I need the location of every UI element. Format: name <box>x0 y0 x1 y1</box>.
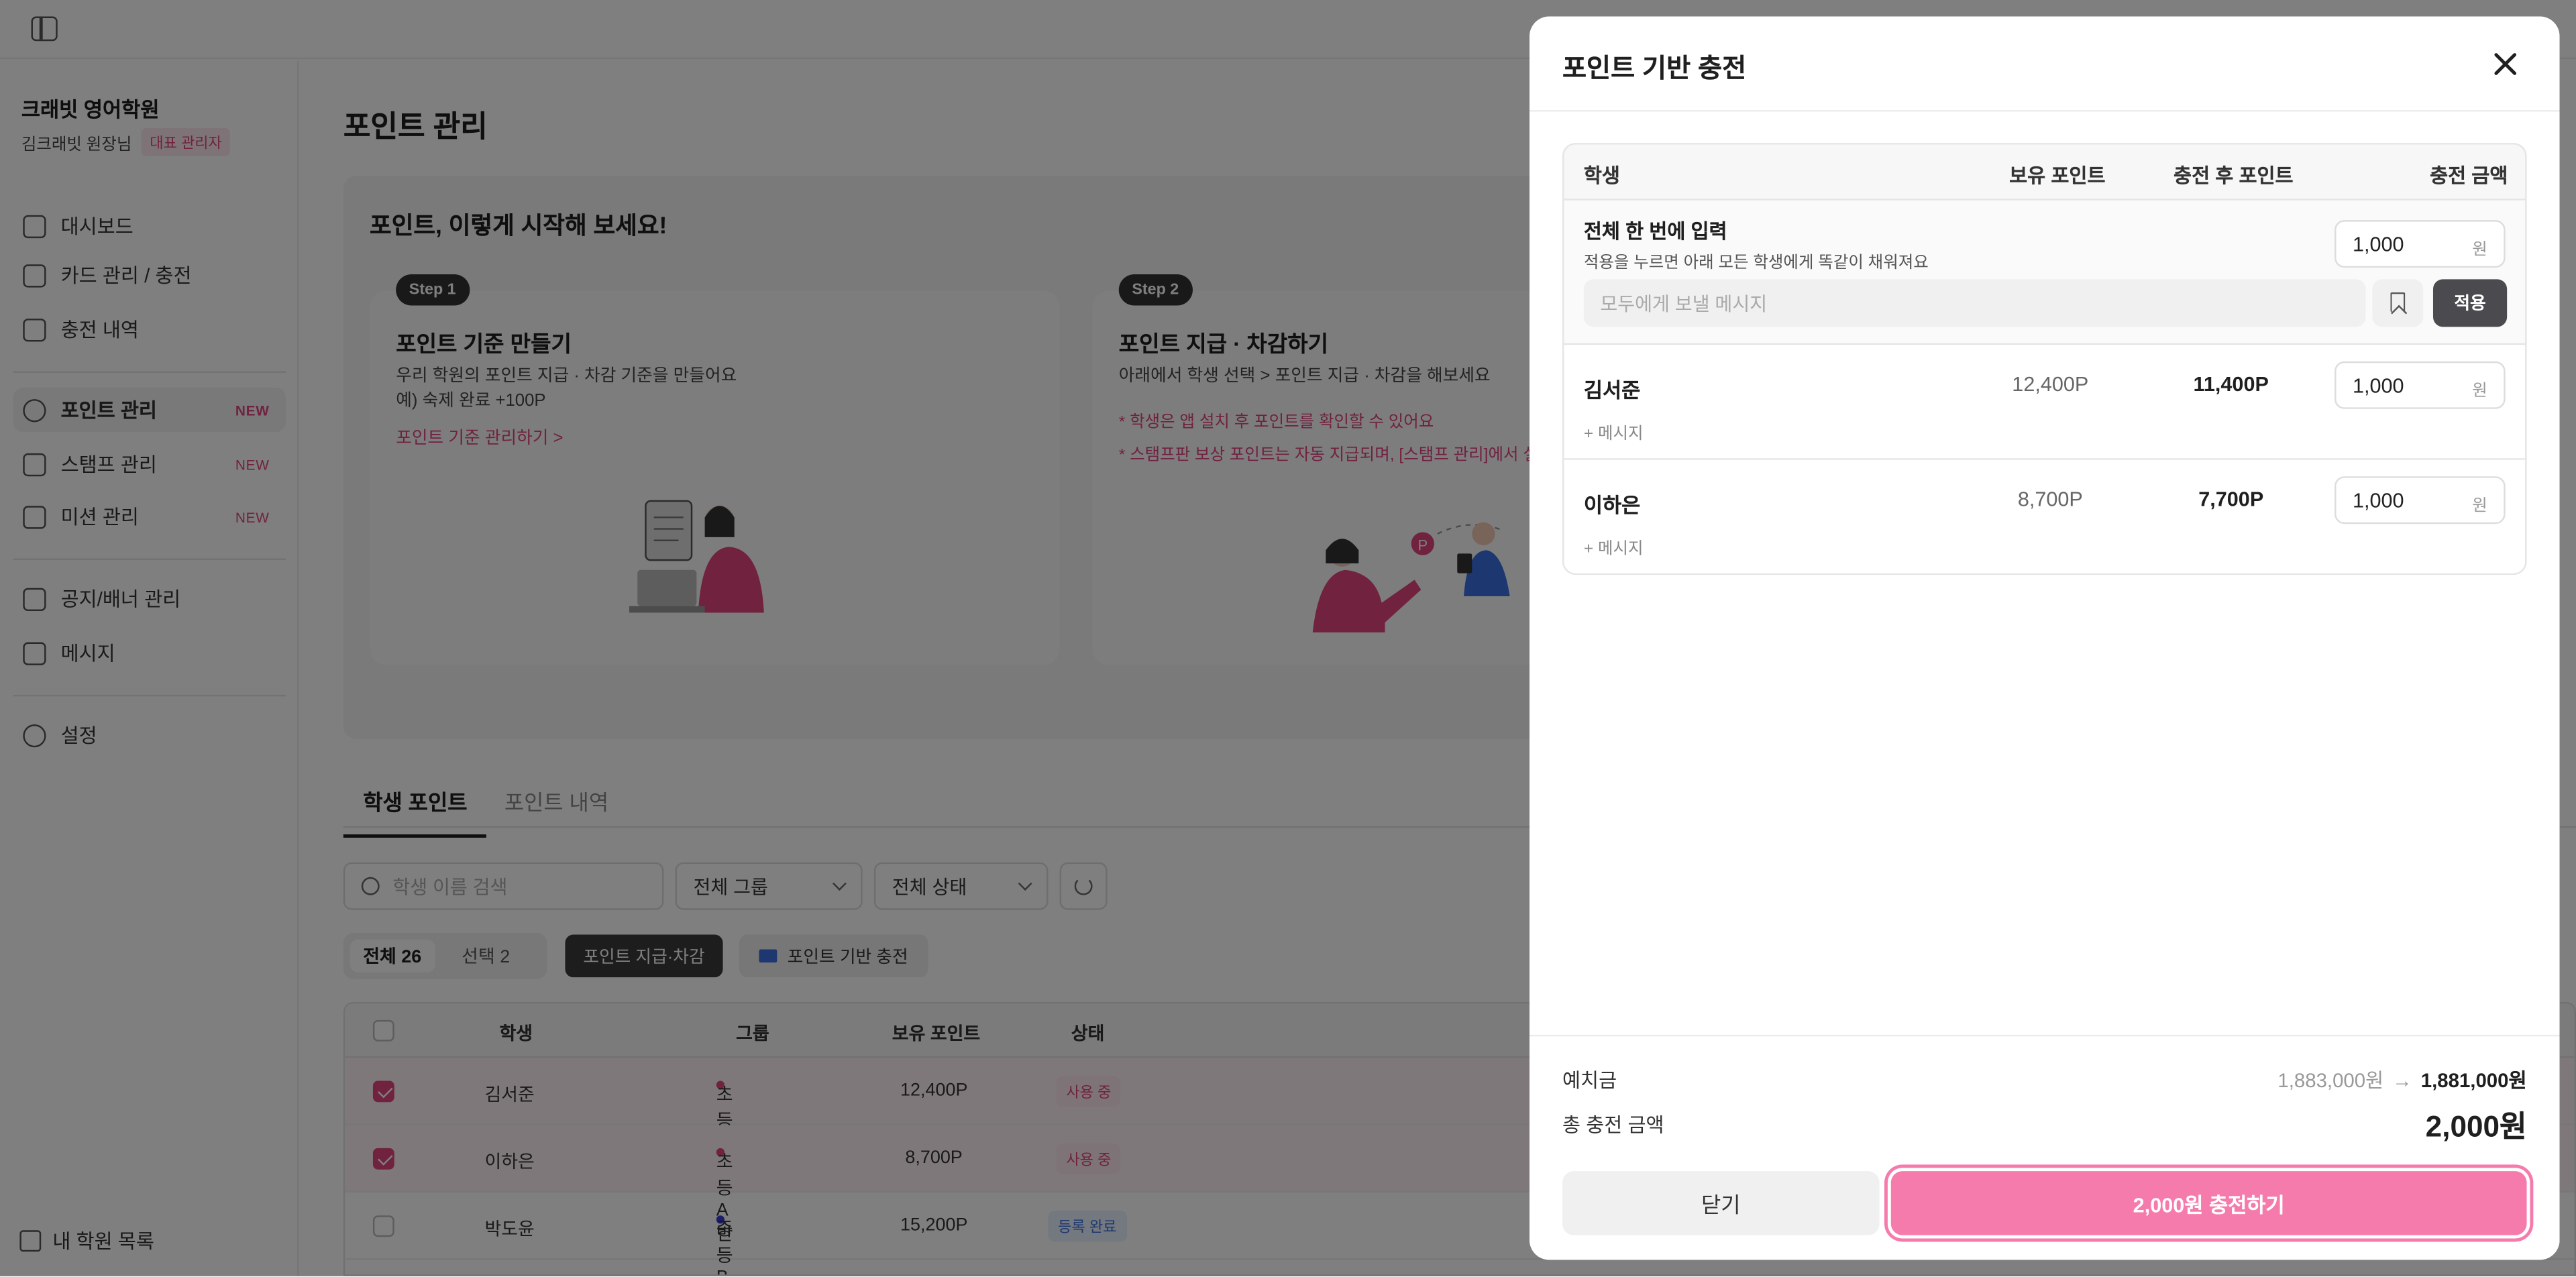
after-points: 11,400P <box>2193 372 2269 396</box>
bulk-description: 적용을 누르면 아래 모든 학생에게 똑같이 채워져요 <box>1583 254 1929 273</box>
charge-table: 학생 보유 포인트 충전 후 포인트 충전 금액 전체 한 번에 입력 적용을 … <box>1562 143 2527 575</box>
after-points: 7,700P <box>2198 488 2264 511</box>
total-amount: 2,000원 <box>2425 1110 2527 1144</box>
amount-input[interactable]: 1,000 원 <box>2334 476 2506 524</box>
held-points: 12,400P <box>2012 372 2089 396</box>
bulk-amount-input[interactable]: 1,000 원 <box>2334 220 2506 268</box>
deposit-change: 1,883,000원 → 1,881,000원 <box>2277 1069 2527 1093</box>
charge-submit-button[interactable]: 2,000원 충전하기 <box>1890 1171 2527 1235</box>
modal-footer: 예치금 1,883,000원 → 1,881,000원 총 충전 금액 2,00… <box>1529 1034 2560 1260</box>
close-button[interactable]: 닫기 <box>1562 1171 1880 1235</box>
student-name: 이하은 <box>1583 494 1641 518</box>
bulk-message-input[interactable]: 모두에게 보낼 메시지 <box>1583 279 2366 327</box>
held-points: 8,700P <box>2017 488 2083 511</box>
total-label: 총 충전 금액 <box>1562 1113 1664 1137</box>
charge-table-header: 학생 보유 포인트 충전 후 포인트 충전 금액 <box>1564 144 2526 201</box>
amount-input[interactable]: 1,000 원 <box>2334 361 2506 409</box>
add-message-link[interactable]: + 메시지 <box>1584 534 1644 559</box>
modal-divider <box>1529 110 2560 112</box>
bulk-title: 전체 한 번에 입력 <box>1583 220 1727 243</box>
saved-messages-button[interactable] <box>2372 279 2424 327</box>
close-icon[interactable] <box>2491 49 2520 78</box>
app: 크래빗 영어학원 김크래빗 원장님 대표 관리자 대시보드 카드 관리 / 충전… <box>0 0 2576 1276</box>
student-name: 김서준 <box>1583 379 1641 403</box>
bulk-input-row: 전체 한 번에 입력 적용을 누르면 아래 모든 학생에게 똑같이 채워져요 1… <box>1564 200 2526 345</box>
charge-row: 김서준 12,400P 11,400P 1,000 원 + 메시지 <box>1564 345 2526 460</box>
point-charge-modal: 포인트 기반 충전 학생 보유 포인트 충전 후 포인트 충전 금액 전체 한 … <box>1529 16 2560 1260</box>
apply-button[interactable]: 적용 <box>2432 279 2508 327</box>
modal-title: 포인트 기반 충전 <box>1562 56 1747 84</box>
bookmark-icon <box>2390 292 2406 313</box>
charge-row: 이하은 8,700P 7,700P 1,000 원 + 메시지 <box>1564 459 2526 573</box>
add-message-link[interactable]: + 메시지 <box>1584 419 1644 443</box>
deposit-label: 예치금 <box>1562 1069 1617 1093</box>
